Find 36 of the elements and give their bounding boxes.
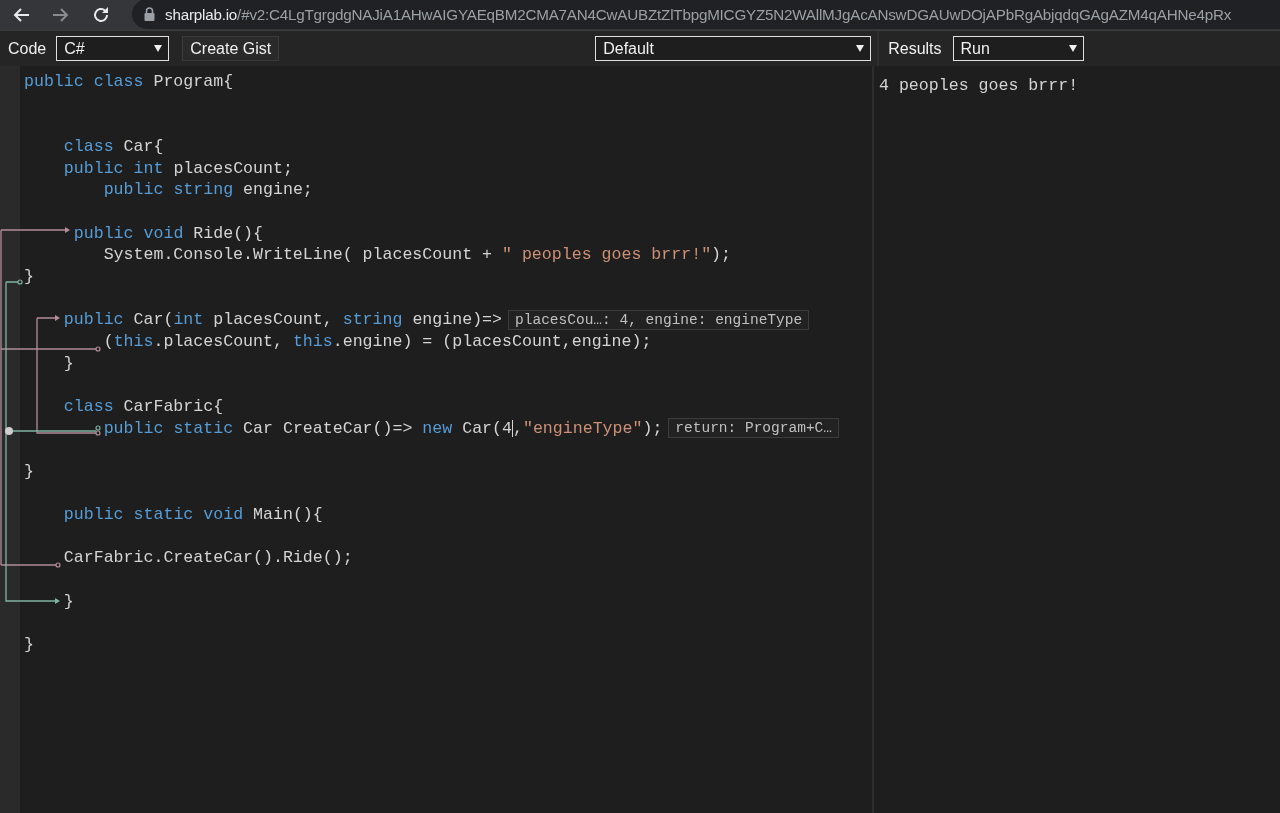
inlay-hint: placesCou…: 4, engine: engineType xyxy=(508,310,810,331)
code-label: Code xyxy=(8,39,47,58)
code-line: public static Car CreateCar()=> new Car(4,"engineType"); xyxy=(102,417,663,440)
dropdown-arrow-icon xyxy=(1068,45,1077,52)
code-line: } xyxy=(24,265,34,288)
create-gist-button[interactable]: Create Gist xyxy=(182,36,280,61)
code-line: public Car(int placesCount, string engine)=> xyxy=(62,309,503,331)
mode-select[interactable]: Default xyxy=(595,36,872,61)
language-select[interactable]: C# xyxy=(56,36,170,61)
back-icon[interactable] xyxy=(12,7,30,23)
output-text: 4 peoples goes brrr! xyxy=(878,75,1080,95)
code-line: public int placesCount; xyxy=(62,157,293,180)
code-line: } xyxy=(24,460,34,483)
code-line: } xyxy=(24,634,34,656)
results-select[interactable]: Run xyxy=(952,36,1084,61)
forward-icon[interactable] xyxy=(52,7,70,23)
dropdown-arrow-icon xyxy=(856,45,865,52)
url-text: sharplab.io/#v2:C4LgTgrgdgNAJiA1AHwAIGYAEqBM2CMA7AN4CwAUBZtZlTbpgMICGYZ5N2WAllMJgAcANswDGAUwDOjAPbRgAbjqdqGAgAZM4qAHNe4pRx xyxy=(165,5,1232,23)
code-line: CarFabric.CreateCar().Ride(); xyxy=(62,547,353,570)
code-line: System.Console.WriteLine( placesCount + " peoples goes brrr!"); xyxy=(102,244,732,266)
code-line: public string engine; xyxy=(102,179,313,201)
code-line: public class Program{ xyxy=(24,71,234,93)
address-bar[interactable]: sharplab.io/#v2:C4LgTgrgdgNAJiA1AHwAIGYAEqBM2CMA7AN4CwAUBZtZlTbpgMICGYZ5N2WAllMJgAcANswDGAUwDOjAPbRgAbjqdqGAgAZM4qAHNe4pRx xyxy=(132,0,1280,29)
code-line: } xyxy=(62,590,74,613)
code-line: public static void Main(){ xyxy=(62,504,323,526)
results-label: Results xyxy=(888,39,942,58)
code-editor[interactable] xyxy=(0,66,874,813)
code-line: (this.placesCount, this.engine) = (placesCount,engine); xyxy=(102,330,652,353)
code-line: class CarFabric{ xyxy=(62,395,224,418)
reload-icon[interactable] xyxy=(92,6,110,24)
lock-icon xyxy=(144,7,155,21)
code-line: } xyxy=(62,352,74,375)
dropdown-arrow-icon xyxy=(154,45,163,52)
code-line: public void Ride(){ xyxy=(72,222,263,245)
code-line: class Car{ xyxy=(62,135,164,158)
inlay-hint: return: Program+C… xyxy=(668,418,839,439)
